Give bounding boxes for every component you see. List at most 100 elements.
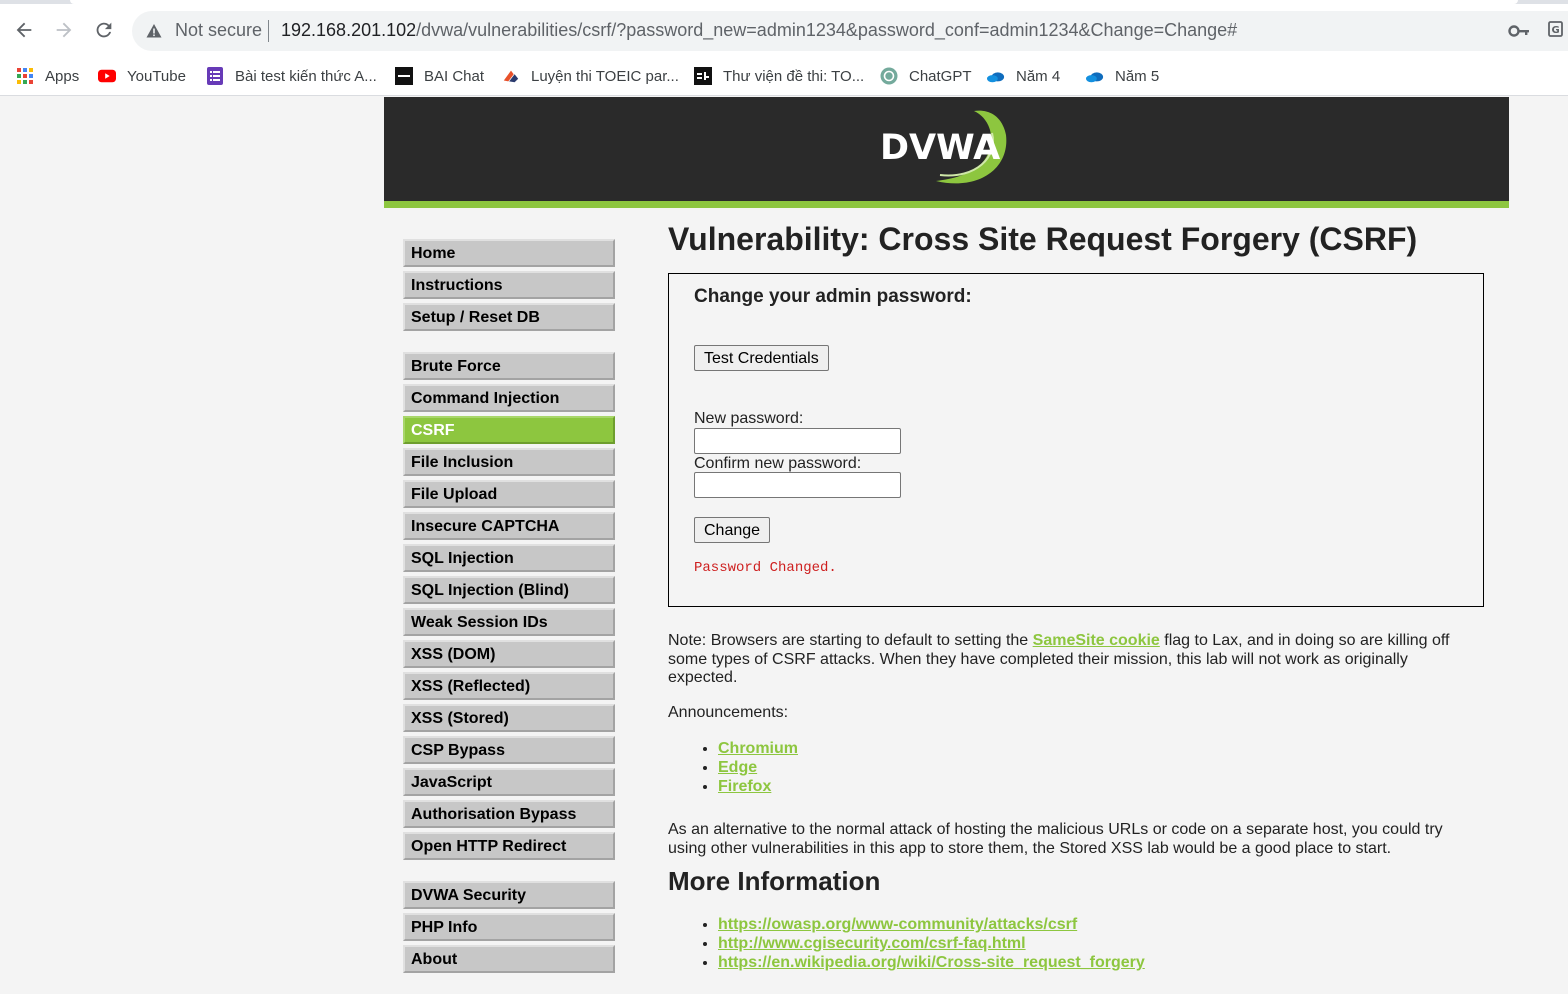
dvwa-container: DVWA Home Instructions Setup / Reset DB Br…	[384, 97, 1509, 973]
bookmark-bai-chat[interactable]: BAI Chat	[395, 65, 484, 87]
warning-icon	[146, 24, 162, 38]
menu-item-about[interactable]: About	[403, 945, 615, 973]
more-info-link[interactable]: http://www.cgisecurity.com/csrf-faq.html	[718, 935, 1026, 952]
more-info-link[interactable]: https://en.wikipedia.org/wiki/Cross-site…	[718, 954, 1145, 971]
dvwa-header: DVWA	[384, 97, 1509, 201]
announcement-link[interactable]: Firefox	[718, 778, 771, 795]
more-info-title: More Information	[668, 866, 881, 896]
bookmark-thu-vien[interactable]: Thư viện đề thi: TO...	[694, 65, 864, 87]
menu-item-xss-reflected[interactable]: XSS (Reflected)	[403, 672, 615, 700]
dvwa-logo: DVWA	[880, 110, 1007, 184]
samesite-note: Note: Browsers are starting to default t…	[668, 632, 1478, 688]
menu-item-php-info[interactable]: PHP Info	[403, 913, 615, 941]
note-prefix: Note: Browsers are starting to default t…	[668, 632, 1033, 649]
announcement-link[interactable]: Edge	[718, 759, 757, 776]
url-host: 192.168.201.102	[281, 20, 417, 40]
bai-chat-icon	[395, 67, 413, 85]
list-item: Firefox	[718, 777, 798, 796]
bookmark-label: Bài test kiến thức A...	[235, 67, 377, 85]
menu-group-vulnerabilities: Brute Force Command Injection CSRF File Inc…	[403, 352, 615, 860]
confirm-password-input[interactable]	[694, 472, 901, 498]
menu-item-sql-injection[interactable]: SQL Injection	[403, 544, 615, 572]
key-icon[interactable]	[1508, 21, 1530, 41]
bookmarks-bar: Apps YouTube Bài test kiến thức A... BAI…	[0, 56, 1568, 96]
menu-item-setup-reset-db[interactable]: Setup / Reset DB	[403, 303, 615, 331]
csrf-form-box: Change your admin password: Test Credent…	[668, 273, 1484, 607]
announcements-label: Announcements:	[668, 704, 789, 721]
status-message: Password Changed.	[694, 560, 837, 576]
menu-item-brute-force[interactable]: Brute Force	[403, 352, 615, 380]
bookmark-label: Luyện thi TOEIC par...	[531, 67, 679, 85]
new-password-input[interactable]	[694, 428, 901, 454]
menu-item-file-upload[interactable]: File Upload	[403, 480, 615, 508]
bookmark-youtube[interactable]: YouTube	[98, 65, 186, 87]
svg-text:G: G	[1552, 25, 1560, 36]
announcements-list: Chromium Edge Firefox	[668, 739, 798, 796]
bookmark-bai-test[interactable]: Bài test kiến thức A...	[206, 65, 377, 87]
test-credentials-button[interactable]: Test Credentials	[694, 345, 829, 371]
list-item: https://owasp.org/www-community/attacks/…	[718, 915, 1145, 934]
main-menu: Home Instructions Setup / Reset DB Brute F…	[403, 239, 615, 994]
menu-item-csrf[interactable]: CSRF	[403, 416, 615, 444]
bookmark-label: ChatGPT	[909, 67, 972, 85]
back-arrow-icon	[16, 22, 32, 38]
translate-icon[interactable]: G	[1548, 20, 1568, 42]
alternative-text: As an alternative to the normal attack o…	[668, 821, 1443, 857]
list-item: https://en.wikipedia.org/wiki/Cross-site…	[718, 953, 1145, 972]
reload-icon	[96, 22, 112, 38]
menu-item-command-injection[interactable]: Command Injection	[403, 384, 615, 412]
svg-text:DVWA: DVWA	[880, 128, 1000, 168]
bookmark-nam-4[interactable]: Năm 4	[987, 65, 1060, 87]
bookmark-chatgpt[interactable]: ChatGPT	[880, 65, 972, 87]
new-password-label: New password:	[694, 410, 804, 427]
back-button[interactable]	[10, 16, 38, 44]
forms-icon	[206, 67, 224, 85]
address-separator	[268, 20, 269, 42]
bookmark-label: Thư viện đề thi: TO...	[723, 67, 865, 85]
menu-item-instructions[interactable]: Instructions	[403, 271, 615, 299]
not-secure-label[interactable]: Not secure	[175, 20, 262, 41]
forward-arrow-icon	[56, 22, 72, 38]
bookmark-nam-5[interactable]: Năm 5	[1086, 65, 1159, 87]
toeic-icon	[502, 67, 520, 85]
samesite-cookie-link[interactable]: SameSite cookie	[1033, 632, 1160, 649]
youtube-icon	[98, 67, 116, 85]
menu-item-javascript[interactable]: JavaScript	[403, 768, 615, 796]
list-item: http://www.cgisecurity.com/csrf-faq.html	[718, 934, 1145, 953]
bookmark-toeic[interactable]: Luyện thi TOEIC par...	[502, 65, 679, 87]
menu-item-xss-stored[interactable]: XSS (Stored)	[403, 704, 615, 732]
url-path: /dvwa/vulnerabilities/csrf/?password_new…	[416, 20, 1238, 40]
forward-button[interactable]	[50, 16, 78, 44]
more-info-list: https://owasp.org/www-community/attacks/…	[668, 915, 1145, 972]
menu-item-authorisation-bypass[interactable]: Authorisation Bypass	[403, 800, 615, 828]
menu-item-weak-session-ids[interactable]: Weak Session IDs	[403, 608, 615, 636]
header-stripe	[384, 201, 1509, 208]
chatgpt-icon	[880, 67, 898, 85]
menu-item-file-inclusion[interactable]: File Inclusion	[403, 448, 615, 476]
bookmark-apps[interactable]: Apps	[16, 65, 79, 87]
bookmark-label: YouTube	[127, 67, 186, 85]
form-heading: Change your admin password:	[694, 286, 972, 307]
bookmark-label: Năm 4	[1016, 67, 1061, 85]
menu-item-insecure-captcha[interactable]: Insecure CAPTCHA	[403, 512, 615, 540]
reload-button[interactable]	[90, 16, 118, 44]
menu-item-open-http-redirect[interactable]: Open HTTP Redirect	[403, 832, 615, 860]
apps-grid-icon	[16, 67, 34, 85]
url-text[interactable]: 192.168.201.102/dvwa/vulnerabilities/csr…	[281, 20, 1237, 41]
menu-group-settings: DVWA Security PHP Info About	[403, 881, 615, 973]
onedrive-icon	[1086, 67, 1104, 85]
announcement-link[interactable]: Chromium	[718, 740, 798, 757]
page-title: Vulnerability: Cross Site Request Forger…	[668, 221, 1418, 257]
change-button[interactable]: Change	[694, 517, 771, 543]
menu-item-sql-injection-blind[interactable]: SQL Injection (Blind)	[403, 576, 615, 604]
confirm-password-label: Confirm new password:	[694, 455, 862, 472]
page-viewport: DVWA Home Instructions Setup / Reset DB Br…	[0, 97, 1568, 973]
menu-item-xss-dom[interactable]: XSS (DOM)	[403, 640, 615, 668]
menu-item-dvwa-security[interactable]: DVWA Security	[403, 881, 615, 909]
s4-icon	[694, 67, 712, 85]
bookmark-label: Năm 5	[1115, 67, 1160, 85]
menu-item-csp-bypass[interactable]: CSP Bypass	[403, 736, 615, 764]
list-item: Edge	[718, 758, 798, 777]
more-info-link[interactable]: https://owasp.org/www-community/attacks/…	[718, 916, 1077, 933]
menu-item-home[interactable]: Home	[403, 239, 615, 267]
